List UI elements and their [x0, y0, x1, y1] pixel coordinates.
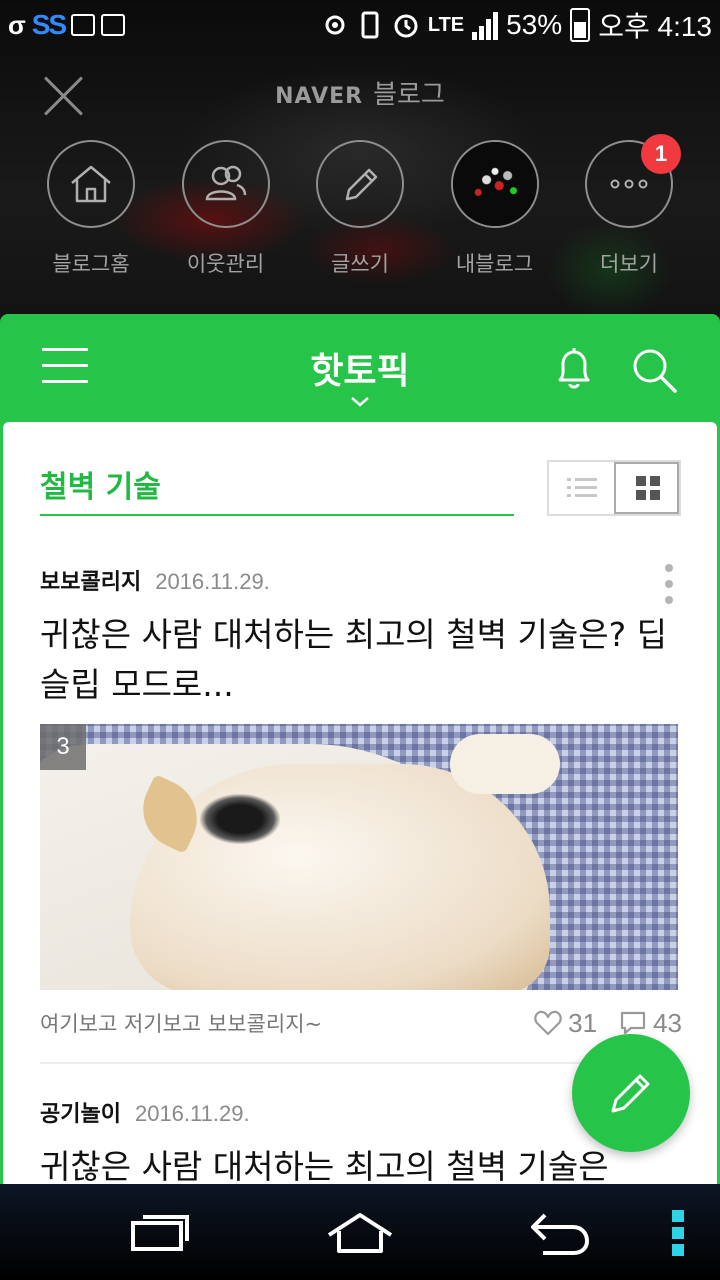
comment-icon — [620, 1011, 646, 1035]
clock: 오후 4:13 — [598, 11, 712, 42]
post-image[interactable]: 3 — [40, 724, 678, 990]
overflow-menu-icon[interactable] — [672, 1210, 686, 1256]
quick-label: 이웃관리 — [186, 252, 265, 276]
comment-count-value: 43 — [653, 1007, 682, 1038]
pencil-icon — [316, 140, 404, 228]
quick-item-blog-home[interactable]: 블로그홈 — [24, 140, 158, 278]
more-options-icon[interactable] — [664, 564, 674, 604]
status-app-icon: σ — [8, 9, 26, 40]
topic-title: 철벽 기술 — [40, 462, 514, 516]
quick-item-neighbors[interactable]: 이웃관리 — [159, 140, 293, 278]
quick-label: 더보기 — [600, 252, 658, 276]
post-meta: 보보콜리지 2016.11.29. — [40, 564, 682, 596]
gallery-icon — [71, 14, 96, 36]
post-summary: 여기보고 저기보고 보보콜리지~ — [40, 1012, 323, 1036]
grid-view-button[interactable] — [614, 462, 679, 514]
battery-icon — [570, 8, 591, 42]
screen: σ SS LTE 53% 오후 4:13 NAVER 블로그 블로그홈 이웃관리… — [0, 0, 720, 1280]
briefcase-check-icon — [101, 14, 126, 36]
post-date: 2016.11.29. — [134, 1101, 250, 1126]
quick-item-my-blog[interactable]: 내블로그 — [428, 140, 562, 278]
signal-icon — [472, 10, 499, 40]
alarm-icon — [394, 14, 418, 38]
brand-logo: NAVER 블로그 — [0, 74, 720, 111]
home-button[interactable] — [324, 1206, 396, 1260]
quick-item-more[interactable]: 1 더보기 — [562, 134, 696, 278]
page-title[interactable]: 핫토픽 — [0, 342, 720, 394]
quick-label: 블로그홈 — [52, 252, 130, 276]
battery-percent: 53% — [506, 9, 563, 40]
post-author[interactable]: 공기놀이 — [40, 1096, 121, 1128]
recent-apps-icon — [131, 1215, 189, 1251]
list-view-button[interactable] — [549, 462, 614, 514]
post-author[interactable]: 보보콜리지 — [40, 564, 141, 596]
post-footer: 여기보고 저기보고 보보콜리지~ 31 43 — [40, 1004, 682, 1042]
notification-badge: 1 — [641, 134, 681, 174]
brand-naver: NAVER — [275, 84, 364, 109]
post-item[interactable]: 보보콜리지 2016.11.29. 귀찮은 사람 대처하는 최고의 철벽 기술은… — [40, 564, 682, 1042]
heart-icon — [534, 1010, 562, 1036]
quick-item-write[interactable]: 글쓰기 — [293, 140, 427, 278]
bell-icon[interactable] — [552, 346, 596, 392]
search-icon[interactable] — [630, 346, 678, 394]
back-button[interactable] — [526, 1206, 592, 1260]
pencil-icon — [611, 1074, 650, 1113]
view-toggle — [547, 460, 681, 516]
image-count-badge: 3 — [40, 724, 86, 770]
app-topbar: 핫토픽 — [0, 314, 720, 422]
quick-menu: 블로그홈 이웃관리 글쓰기 내블로그 1 더보기 — [24, 134, 696, 278]
system-nav-bar — [0, 1184, 720, 1280]
neighbors-icon — [181, 140, 270, 228]
chevron-down-icon[interactable] — [350, 392, 370, 412]
vibrate-icon — [361, 11, 379, 39]
quick-label: 글쓰기 — [331, 252, 389, 276]
my-blog-avatar — [450, 140, 539, 228]
molecule-image — [452, 142, 537, 226]
quick-label: 내블로그 — [455, 252, 534, 276]
more-icon: 1 — [585, 134, 681, 228]
location-icon — [325, 15, 345, 35]
like-count[interactable]: 31 — [534, 1008, 597, 1039]
post-title[interactable]: 귀찮은 사람 대처하는 최고의 철벽 기술은? 딥슬립 모드로... — [40, 610, 682, 710]
back-icon — [531, 1213, 589, 1255]
status-ss-icon: SS — [31, 9, 67, 40]
status-bar: σ SS LTE 53% 오후 4:13 — [0, 0, 720, 50]
network-type: LTE — [427, 13, 465, 36]
recent-apps-button[interactable] — [128, 1206, 192, 1260]
grid-icon — [635, 476, 660, 500]
brand-blog: 블로그 — [373, 80, 445, 110]
home-icon — [47, 140, 135, 228]
list-icon — [566, 478, 597, 497]
home-nav-icon — [327, 1213, 393, 1253]
write-fab-button[interactable] — [572, 1034, 690, 1152]
like-count-value: 31 — [568, 1007, 598, 1038]
post-date: 2016.11.29. — [155, 569, 270, 594]
